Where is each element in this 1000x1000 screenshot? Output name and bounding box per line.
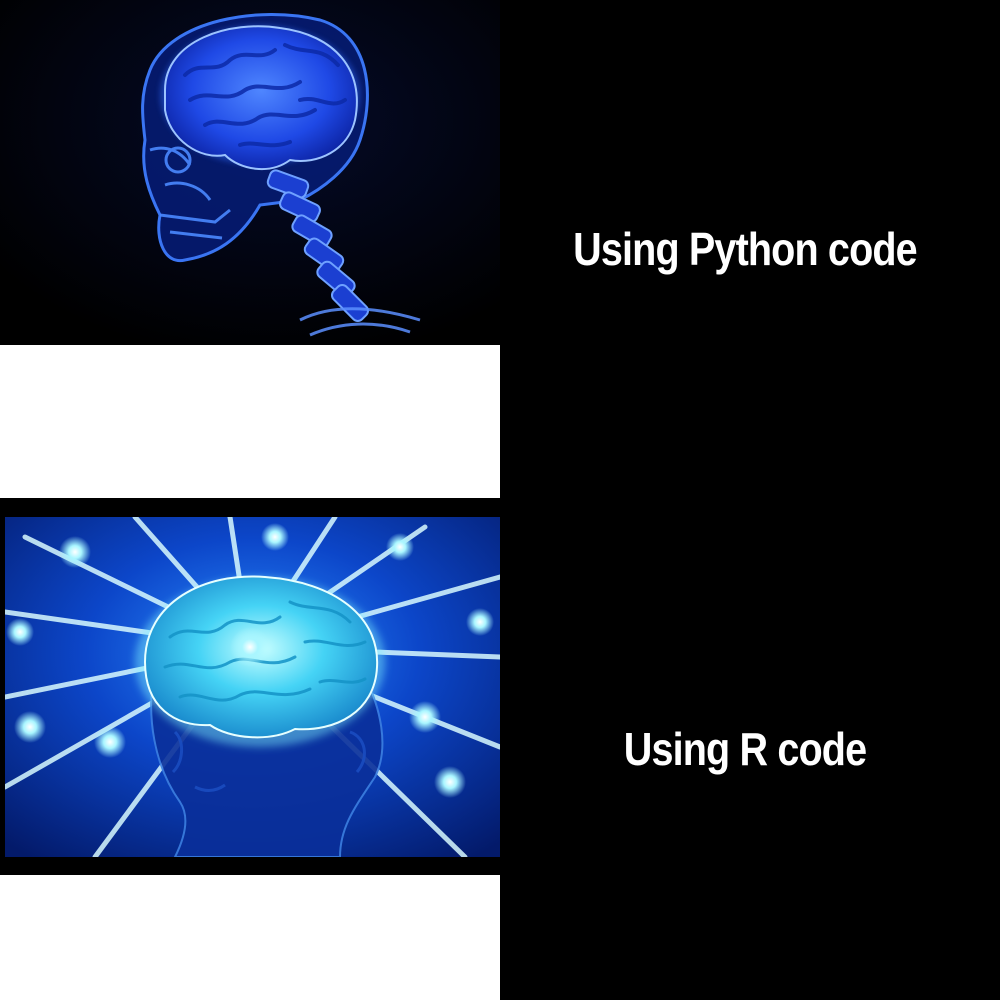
meme-canvas: Using Python code Using R code (0, 0, 1000, 1000)
caption-r: Using R code (623, 723, 867, 775)
skull-brain-illustration (0, 0, 500, 345)
radiant-brain-illustration (5, 517, 500, 857)
glowing-skull-brain-image (0, 0, 500, 345)
caption-python: Using Python code (573, 223, 918, 275)
blank-white-block-2 (0, 875, 500, 1000)
blank-white-block-1 (0, 345, 500, 498)
radiant-brain-image (5, 517, 500, 857)
